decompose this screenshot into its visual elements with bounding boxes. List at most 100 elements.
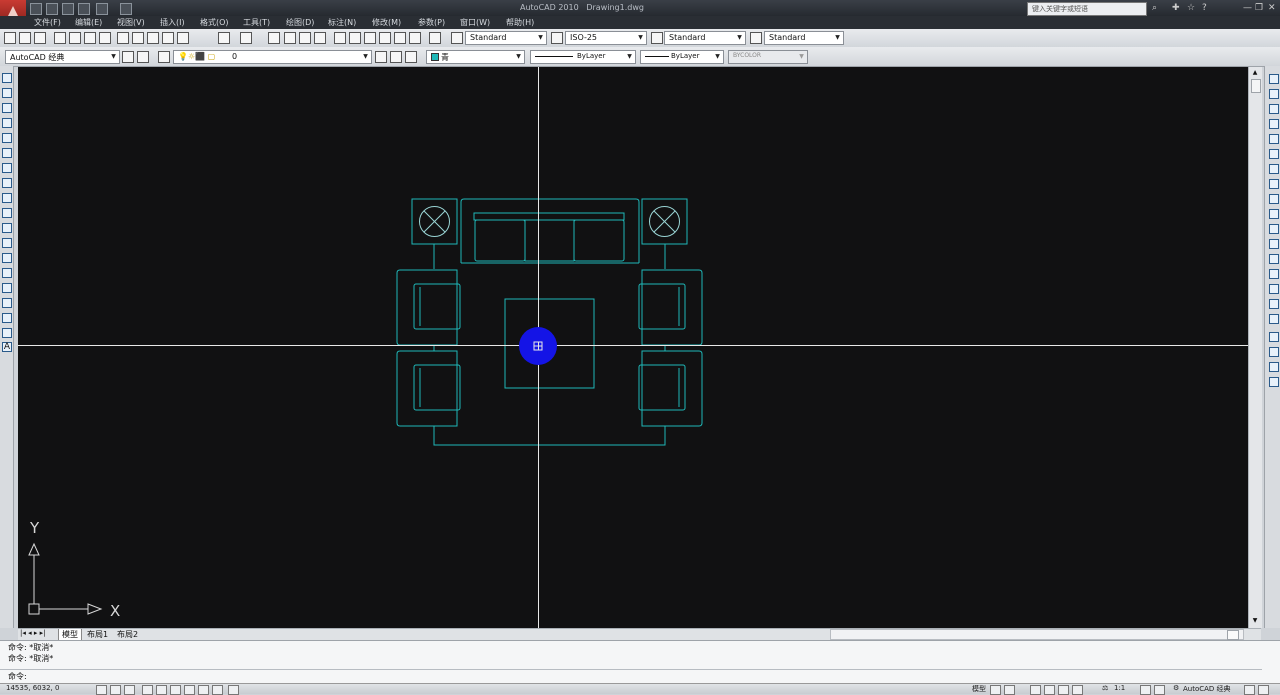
table-style-select[interactable]: Standard ▼	[664, 31, 746, 45]
menu-insert[interactable]: 插入(I)	[160, 17, 185, 28]
layout-view-icon[interactable]	[990, 685, 1001, 695]
lineweight-toggle-icon[interactable]	[212, 685, 223, 695]
steering-wheel-icon[interactable]	[1058, 685, 1069, 695]
save-icon[interactable]	[62, 3, 74, 15]
draw-order-front-icon[interactable]	[1269, 332, 1279, 342]
make-block-icon[interactable]	[2, 253, 12, 263]
search-binoculars-icon[interactable]: ⌕	[1152, 3, 1157, 13]
gradient-icon[interactable]	[2, 298, 12, 308]
multiline-text-icon[interactable]: A	[2, 342, 12, 352]
paste-icon[interactable]	[147, 32, 159, 44]
menu-view[interactable]: 视图(V)	[117, 17, 145, 28]
dim-style-icon[interactable]	[551, 32, 563, 44]
quick-view-icon[interactable]	[1004, 685, 1015, 695]
scroll-down-icon[interactable]: ▼	[1251, 617, 1259, 625]
polygon-icon[interactable]	[2, 118, 12, 128]
multileader-style-icon[interactable]	[750, 32, 762, 44]
plot-preview-icon[interactable]	[69, 32, 81, 44]
object-snap-tracking-icon[interactable]	[170, 685, 181, 695]
menu-parameters[interactable]: 参数(P)	[418, 17, 445, 28]
region-icon[interactable]	[2, 313, 12, 323]
offset-icon[interactable]	[1269, 119, 1279, 129]
quick-properties-icon[interactable]	[228, 685, 239, 695]
save-icon[interactable]	[34, 32, 46, 44]
clean-screen-icon[interactable]	[1258, 685, 1269, 695]
tool-palettes-icon[interactable]	[364, 32, 376, 44]
scroll-up-icon[interactable]: ▲	[1251, 69, 1259, 77]
menu-format[interactable]: 格式(O)	[200, 17, 229, 28]
send-under-icon[interactable]	[1269, 377, 1279, 387]
scroll-thumb[interactable]	[1227, 630, 1239, 640]
properties-icon[interactable]	[334, 32, 346, 44]
hatch-icon[interactable]	[2, 283, 12, 293]
horizontal-scrollbar[interactable]	[830, 629, 1244, 640]
zoom-icon[interactable]	[1044, 685, 1055, 695]
menu-help[interactable]: 帮助(H)	[506, 17, 534, 28]
mirror-icon[interactable]	[1269, 104, 1279, 114]
annotation-visibility-icon[interactable]	[1140, 685, 1151, 695]
3d-dwf-icon[interactable]	[99, 32, 111, 44]
menu-edit[interactable]: 编辑(E)	[75, 17, 102, 28]
menu-modify[interactable]: 修改(M)	[372, 17, 401, 28]
layer-select[interactable]: 💡☼⬛ ▢ 0 ▼	[173, 50, 372, 64]
spline-icon[interactable]	[2, 193, 12, 203]
help-icon[interactable]	[429, 32, 441, 44]
annotation-scale[interactable]: 1:1	[1114, 684, 1125, 692]
design-center-icon[interactable]	[349, 32, 361, 44]
communication-center-icon[interactable]: ✚	[1172, 3, 1180, 13]
zoom-window-icon[interactable]	[299, 32, 311, 44]
table-style-icon[interactable]	[651, 32, 663, 44]
open-icon[interactable]	[19, 32, 31, 44]
grid-display-icon[interactable]	[110, 685, 121, 695]
undo-icon[interactable]	[78, 3, 90, 15]
color-select[interactable]: 青 ▼	[426, 50, 525, 64]
move-icon[interactable]	[1269, 149, 1279, 159]
tab-layout1[interactable]: 布局1	[84, 629, 111, 640]
fillet-icon[interactable]	[1269, 299, 1279, 309]
copy-icon[interactable]	[132, 32, 144, 44]
menu-file[interactable]: 文件(F)	[34, 17, 61, 28]
explode-icon[interactable]	[1269, 314, 1279, 324]
menu-window[interactable]: 窗口(W)	[460, 17, 490, 28]
command-prompt[interactable]: 命令:	[8, 671, 27, 682]
object-snap-icon[interactable]	[156, 685, 167, 695]
cut-icon[interactable]	[117, 32, 129, 44]
insert-block-icon[interactable]	[2, 238, 12, 248]
trim-icon[interactable]	[1269, 209, 1279, 219]
revision-cloud-icon[interactable]	[2, 178, 12, 188]
construction-line-icon[interactable]	[2, 88, 12, 98]
publish-icon[interactable]	[84, 32, 96, 44]
break-icon[interactable]	[1269, 254, 1279, 264]
rotate-icon[interactable]	[1269, 164, 1279, 174]
redo-icon[interactable]	[96, 3, 108, 15]
redo-icon[interactable]	[240, 32, 252, 44]
drawing-canvas[interactable]: Y X	[18, 67, 1248, 628]
toolbar-lock-icon[interactable]	[1244, 685, 1255, 695]
markup-icon[interactable]	[394, 32, 406, 44]
layer-state-manager-icon[interactable]	[405, 51, 417, 63]
bring-above-icon[interactable]	[1269, 362, 1279, 372]
layer-previous-icon[interactable]	[390, 51, 402, 63]
quickcalc-icon[interactable]	[409, 32, 421, 44]
draw-order-back-icon[interactable]	[1269, 347, 1279, 357]
line-icon[interactable]	[2, 73, 12, 83]
vertical-scrollbar[interactable]: ▲ ▼	[1248, 67, 1262, 628]
array-icon[interactable]	[1269, 134, 1279, 144]
zoom-realtime-icon[interactable]	[284, 32, 296, 44]
dynamic-input-icon[interactable]	[198, 685, 209, 695]
table-icon[interactable]	[2, 328, 12, 338]
pan-icon[interactable]	[1030, 685, 1041, 695]
text-style-icon[interactable]	[451, 32, 463, 44]
menu-draw[interactable]: 绘图(D)	[286, 17, 314, 28]
tab-layout2[interactable]: 布局2	[114, 629, 141, 640]
plot-icon[interactable]	[120, 3, 132, 15]
text-style-select[interactable]: Standard ▼	[465, 31, 547, 45]
erase-icon[interactable]	[1269, 74, 1279, 84]
restore-window-button[interactable]: ❐	[1255, 3, 1263, 13]
qnew-icon[interactable]	[4, 32, 16, 44]
plotstyle-select[interactable]: BYCOLOR ▼	[728, 50, 808, 64]
pan-icon[interactable]	[268, 32, 280, 44]
dim-style-select[interactable]: ISO-25 ▼	[565, 31, 647, 45]
workspace-select[interactable]: AutoCAD 经典 ▼	[5, 50, 120, 64]
ellipse-arc-icon[interactable]	[2, 223, 12, 233]
